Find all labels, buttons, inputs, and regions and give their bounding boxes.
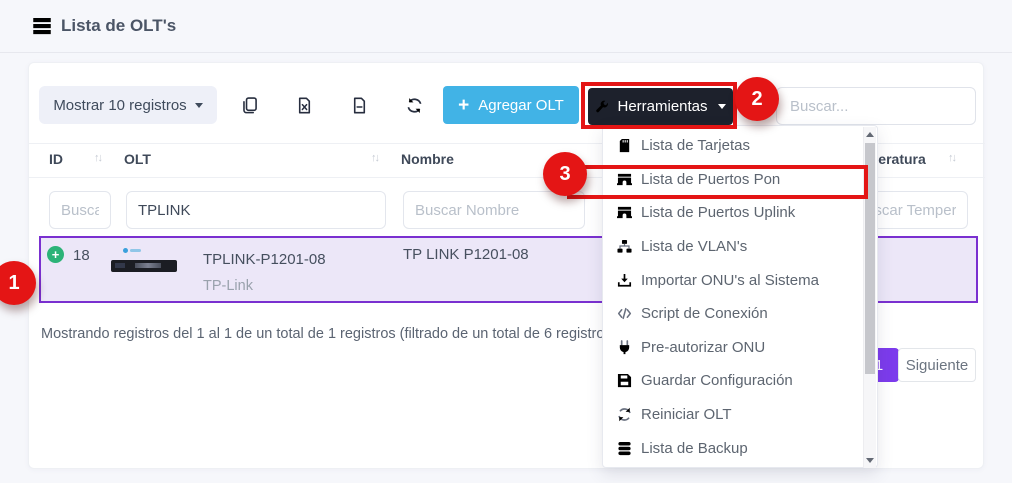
tools-menu-item-label: Lista de Backup — [641, 440, 748, 457]
tools-menu-item-label: Guardar Configuración — [641, 372, 793, 389]
archway-icon — [617, 172, 632, 187]
expand-row-button[interactable]: + — [47, 246, 64, 263]
copy-icon — [241, 97, 258, 114]
table-info-text: Mostrando registros del 1 al 1 de un tot… — [41, 326, 616, 342]
sitemap-icon — [617, 239, 632, 254]
tools-menu-item[interactable]: Script de Conexión — [603, 297, 863, 331]
scrollbar-thumb[interactable] — [865, 143, 875, 374]
filter-id-input[interactable] — [49, 191, 111, 229]
plug-icon — [617, 340, 632, 355]
tools-menu-item[interactable]: Lista de VLAN's — [603, 230, 863, 264]
col-header-id[interactable]: ID — [49, 151, 63, 167]
search-input[interactable] — [776, 87, 976, 125]
cell-nombre: TP LINK P1201-08 — [403, 246, 529, 263]
tools-menu-item-label: Lista de Puertos Uplink — [641, 204, 795, 221]
plus-icon: + — [458, 96, 469, 115]
export-excel-button[interactable] — [292, 86, 316, 124]
page-header: Lista de OLT's — [0, 0, 1012, 53]
scroll-down-arrow[interactable] — [864, 453, 876, 468]
tools-menu-item-label: Pre-autorizar ONU — [641, 339, 765, 356]
refresh-button[interactable] — [402, 86, 426, 124]
olt-list-screen: Lista de OLT's Mostrar 10 registros + Ag… — [0, 0, 1012, 483]
tools-menu-item[interactable]: Reiniciar OLT — [603, 398, 863, 432]
tools-menu-scrollbar[interactable] — [863, 127, 876, 468]
tplink-logo — [123, 248, 128, 253]
tools-dropdown-button[interactable]: Herramientas — [588, 88, 733, 125]
sort-arrows-olt[interactable]: ↑↓ — [371, 152, 378, 164]
olt-device-image — [111, 245, 177, 287]
copy-button[interactable] — [237, 86, 261, 124]
tools-menu-item-label: Lista de Tarjetas — [641, 137, 750, 154]
device-chassis — [111, 260, 177, 272]
sd-card-icon — [617, 138, 632, 153]
tools-label: Herramientas — [617, 98, 707, 115]
next-page-button[interactable]: Siguiente — [898, 348, 976, 382]
cell-olt-name: TPLINK-P1201-08 — [203, 251, 326, 268]
export-file-button[interactable] — [347, 86, 371, 124]
archway-icon — [617, 205, 632, 220]
tools-menu-item[interactable]: Lista de Backup — [603, 431, 863, 465]
annotation-step-3: 3 — [543, 152, 587, 196]
tools-menu-item-label: Reiniciar OLT — [641, 406, 732, 423]
chevron-down-icon — [195, 103, 203, 108]
col-header-olt[interactable]: OLT — [124, 151, 151, 167]
sort-arrows-id[interactable]: ↑↓ — [94, 152, 101, 164]
tools-menu-item[interactable]: Lista de Puertos Pon — [603, 163, 863, 197]
tools-menu: Lista de Tarjetas Lista de Puertos Pon Lis… — [602, 125, 878, 468]
excel-file-icon — [296, 97, 313, 114]
add-olt-button[interactable]: + Agregar OLT — [443, 86, 579, 124]
cell-olt-vendor: TP-Link — [203, 278, 253, 294]
tools-menu-item[interactable]: Lista de Tarjetas — [603, 129, 863, 163]
refresh-icon — [406, 97, 423, 114]
cell-id: 18 — [73, 247, 90, 264]
tools-menu-item-label: Importar ONU's al Sistema — [641, 272, 819, 289]
sort-arrows-temperatura[interactable]: ↑↓ — [948, 152, 955, 164]
tools-menu-items: Lista de Tarjetas Lista de Puertos Pon Lis… — [603, 129, 863, 465]
scroll-up-arrow[interactable] — [864, 127, 876, 142]
download-icon — [617, 273, 632, 288]
tools-menu-item-label: Script de Conexión — [641, 305, 768, 322]
save-icon — [617, 373, 632, 388]
wrench-icon — [595, 100, 609, 114]
database-icon — [617, 441, 632, 456]
tools-menu-item[interactable]: Lista de Puertos Uplink — [603, 196, 863, 230]
tools-menu-item[interactable]: Pre-autorizar ONU — [603, 331, 863, 365]
show-entries-dropdown[interactable]: Mostrar 10 registros — [39, 86, 217, 124]
col-header-nombre[interactable]: Nombre — [401, 151, 454, 167]
tools-menu-item-label: Lista de VLAN's — [641, 238, 747, 255]
tools-menu-item[interactable]: Guardar Configuración — [603, 364, 863, 398]
page-title: Lista de OLT's — [61, 16, 176, 36]
server-stack-icon — [32, 16, 52, 36]
annotation-step-2: 2 — [735, 77, 779, 121]
filter-nombre-input[interactable] — [403, 191, 585, 229]
file-icon — [351, 97, 368, 114]
add-olt-label: Agregar OLT — [478, 97, 564, 114]
chevron-down-icon — [718, 104, 726, 109]
sync-icon — [617, 407, 632, 422]
tools-menu-item[interactable]: Importar ONU's al Sistema — [603, 263, 863, 297]
show-entries-label: Mostrar 10 registros — [53, 97, 186, 114]
filter-olt-input[interactable] — [126, 191, 386, 229]
tools-menu-item-label: Lista de Puertos Pon — [641, 171, 780, 188]
code-icon — [617, 306, 632, 321]
